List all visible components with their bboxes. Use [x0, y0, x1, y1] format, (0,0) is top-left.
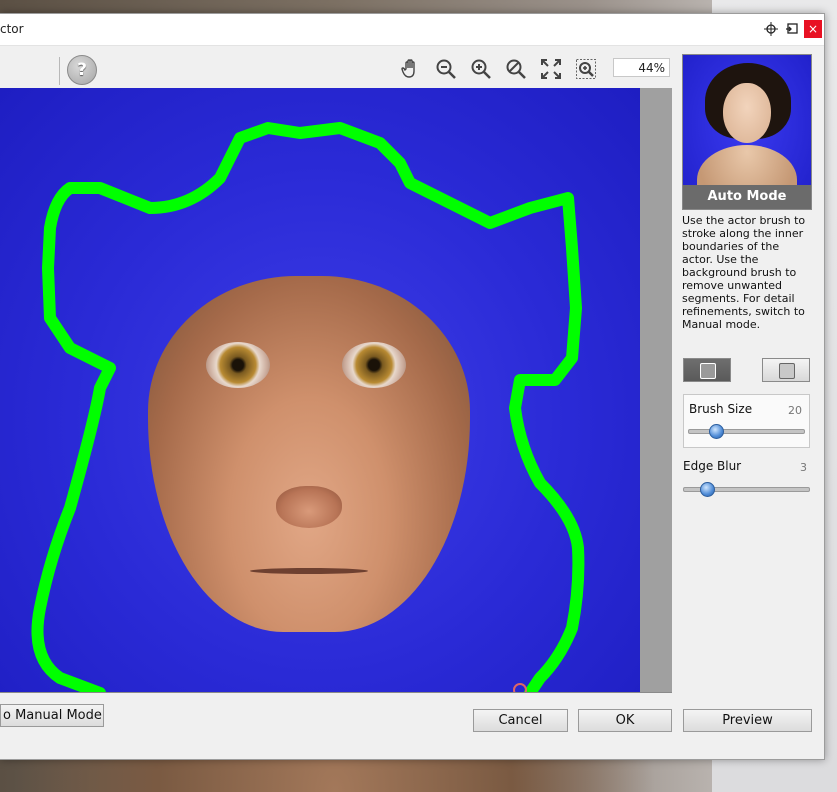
brush-size-track[interactable]	[688, 429, 805, 434]
edge-blur-slider-knob[interactable]	[700, 482, 716, 497]
zoom-out-icon[interactable]	[435, 58, 457, 80]
mode-thumbnail: Auto Mode	[682, 54, 812, 210]
switch-manual-mode-button[interactable]: o Manual Mode	[0, 704, 104, 727]
window-title: ctor	[0, 22, 24, 36]
preview-button[interactable]: Preview	[683, 709, 812, 732]
edge-blur-value: 3	[800, 461, 807, 474]
title-bar: ctor ×	[0, 14, 824, 46]
background-brush-button[interactable]	[762, 358, 810, 382]
actual-size-icon[interactable]	[575, 58, 597, 80]
instructions-text: Use the actor brush to stroke along the …	[682, 214, 806, 331]
actor-brush-button[interactable]	[683, 358, 731, 382]
ok-button[interactable]: OK	[578, 709, 672, 732]
zoom-level-field[interactable]: 44%	[613, 58, 670, 77]
brush-size-value: 20	[788, 404, 802, 417]
fit-screen-icon[interactable]	[540, 58, 562, 80]
crosshair-icon[interactable]	[764, 22, 778, 36]
help-button[interactable]: ?	[67, 55, 97, 85]
zoom-in-icon[interactable]	[470, 58, 492, 80]
close-button[interactable]: ×	[804, 20, 822, 38]
selection-stroke	[31, 122, 585, 692]
mode-label: Auto Mode	[683, 185, 811, 209]
canvas-area[interactable]	[0, 88, 672, 693]
brush-size-slider-knob[interactable]	[709, 424, 724, 439]
brush-size-label: Brush Size	[689, 402, 753, 416]
person-icon	[700, 363, 716, 379]
hand-icon[interactable]	[400, 58, 422, 80]
toolbar-divider	[59, 57, 60, 85]
thumbnail-face	[723, 83, 771, 143]
person-icon	[779, 363, 795, 379]
zoom-reset-icon[interactable]	[505, 58, 527, 80]
edited-image[interactable]	[0, 88, 640, 692]
toolbar: ? 44%	[0, 48, 676, 88]
edge-blur-label: Edge Blur	[683, 459, 742, 473]
cancel-button[interactable]: Cancel	[473, 709, 568, 732]
actor-dialog: ctor × ? 44% o Manual Mode Cancel OK Aut…	[0, 13, 825, 760]
window-restore-icon[interactable]	[785, 22, 799, 36]
brush-size-panel: Brush Size 20	[683, 394, 810, 448]
